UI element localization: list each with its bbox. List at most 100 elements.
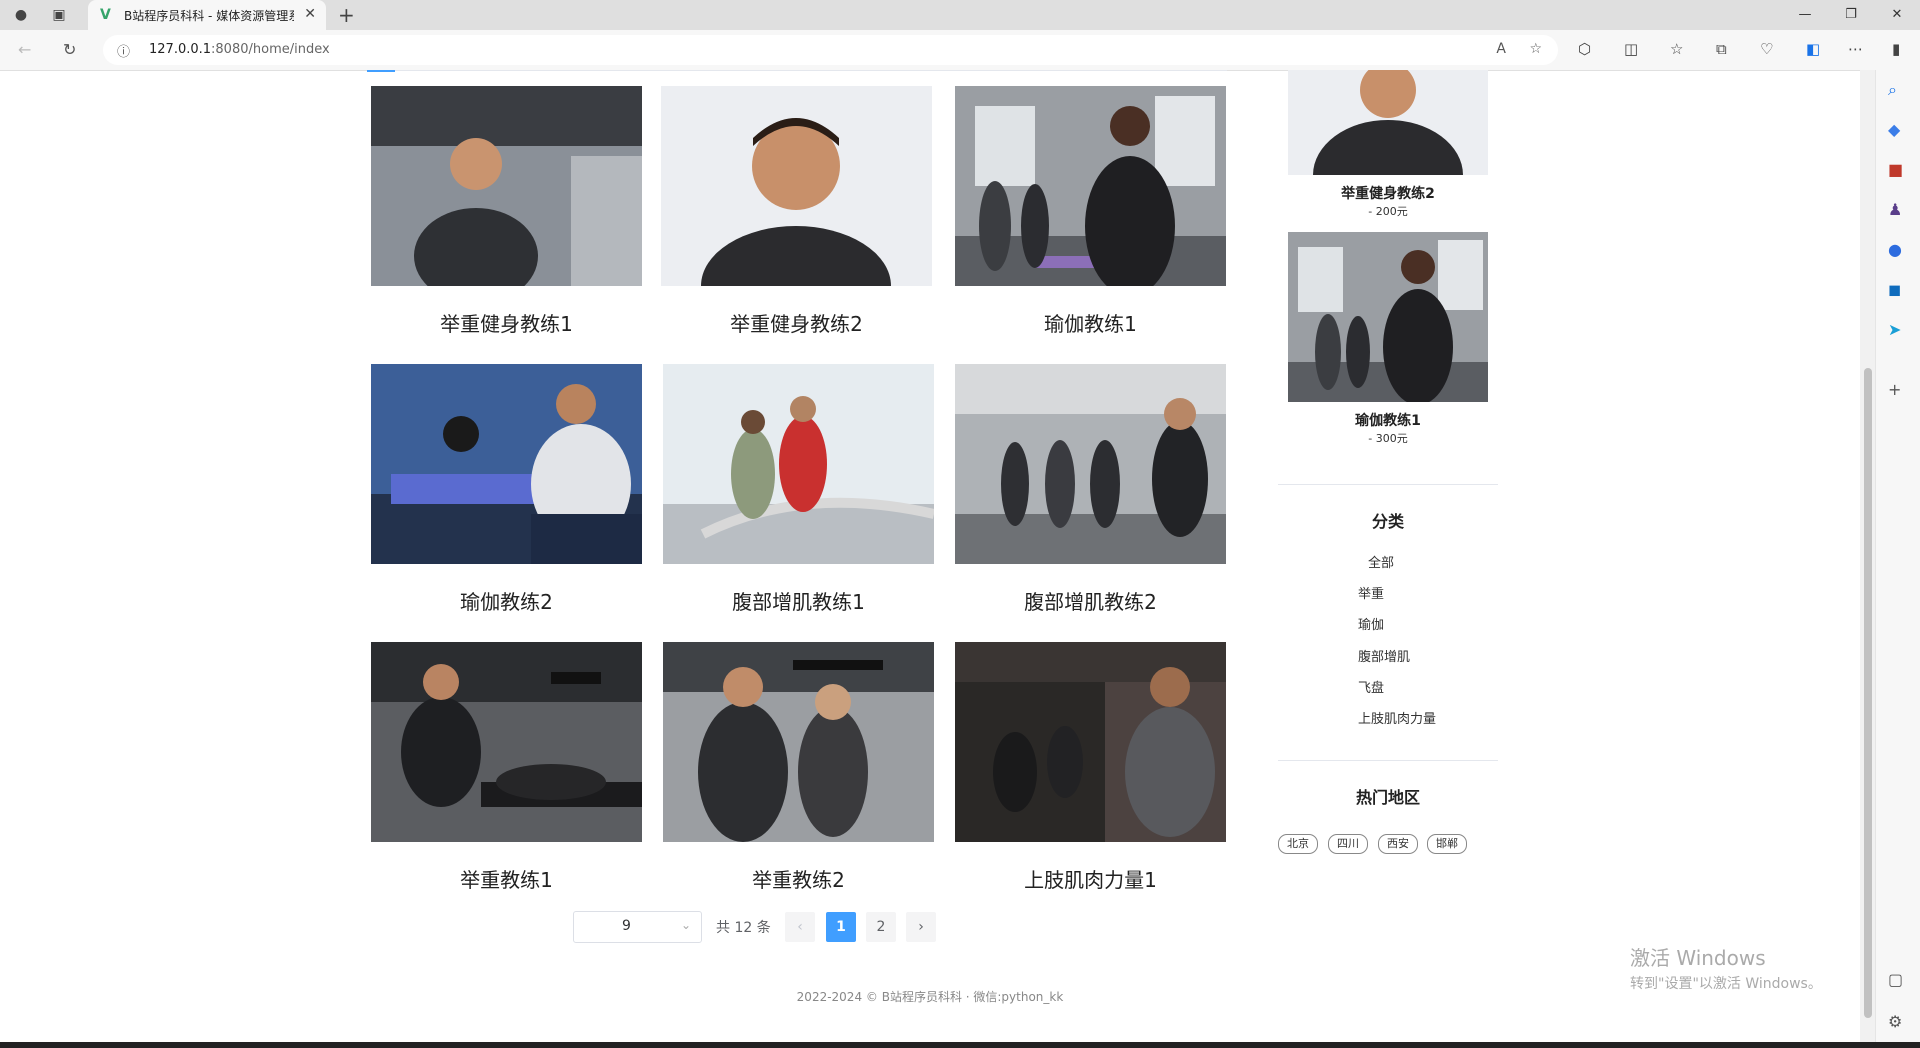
region-tag[interactable]: 四川 xyxy=(1328,834,1368,854)
back-icon[interactable]: ← xyxy=(18,40,31,59)
minimize-icon[interactable]: — xyxy=(1782,0,1828,30)
coach-name: 瑜伽教练1 xyxy=(1044,312,1137,336)
coach-name: 腹部增肌教练1 xyxy=(732,590,865,614)
prev-page-button[interactable]: ‹ xyxy=(785,912,815,942)
category-item-abs[interactable]: 腹部增肌 xyxy=(1358,646,1410,665)
window-controls: — ❐ ✕ xyxy=(1782,0,1920,30)
site-info-icon[interactable]: ⓘ xyxy=(117,41,130,60)
coach-card[interactable]: 上肢肌肉力量1 xyxy=(955,642,1226,893)
games-icon[interactable]: ♟ xyxy=(1888,200,1902,219)
send-icon[interactable]: ➤ xyxy=(1888,320,1901,339)
hot-item-price: - 200元 xyxy=(1368,205,1408,218)
new-tab-icon[interactable]: + xyxy=(338,3,355,27)
category-item-frisbee[interactable]: 飞盘 xyxy=(1358,677,1384,696)
screenshot-icon[interactable]: ▢ xyxy=(1888,970,1903,989)
coach-name: 上肢肌肉力量1 xyxy=(1024,868,1157,892)
category-title: 分类 xyxy=(1371,512,1404,531)
chevron-down-icon: ⌄ xyxy=(680,918,691,932)
hot-item[interactable]: 瑜伽教练1 - 300元 xyxy=(1288,232,1488,446)
refresh-icon[interactable]: ↻ xyxy=(63,40,76,59)
profile-icon[interactable]: ● xyxy=(10,5,32,25)
search-icon[interactable]: ⌕ xyxy=(1888,80,1897,100)
coach-card[interactable]: 举重教练2 xyxy=(663,642,934,893)
split-screen-icon[interactable]: ◫ xyxy=(1624,40,1638,58)
coach-photo xyxy=(661,86,932,346)
category-item-upper-body[interactable]: 上肢肌肉力量 xyxy=(1358,708,1436,727)
coach-card[interactable]: 举重健身教练2 xyxy=(661,86,932,346)
coach-photo xyxy=(371,364,642,564)
coach-card[interactable]: 瑜伽教练2 xyxy=(371,364,642,615)
close-window-icon[interactable]: ✕ xyxy=(1874,0,1920,30)
coach-photo xyxy=(371,642,642,842)
region-tag[interactable]: 邯郸 xyxy=(1427,834,1467,854)
shopping-icon[interactable]: ◆ xyxy=(1888,120,1900,139)
coach-card[interactable]: 举重教练1 xyxy=(371,642,642,893)
coach-card[interactable]: 腹部增肌教练1 xyxy=(663,364,936,615)
coach-card[interactable]: 举重健身教练1 xyxy=(371,86,642,337)
vue-favicon-icon: V xyxy=(100,7,111,23)
taskbar-strip xyxy=(0,1042,1920,1048)
coach-name: 腹部增肌教练2 xyxy=(1024,590,1157,614)
hot-item-title: 瑜伽教练1 xyxy=(1355,413,1421,429)
divider xyxy=(1278,760,1498,761)
office-icon[interactable]: ● xyxy=(1888,240,1902,259)
scrollbar-thumb[interactable] xyxy=(1864,368,1872,1018)
coach-photo xyxy=(955,364,1226,564)
tab-underline xyxy=(367,70,1227,72)
more-menu-icon[interactable]: ⋯ xyxy=(1848,40,1863,58)
browser-essentials-icon[interactable]: ♡ xyxy=(1760,40,1773,58)
outlook-icon[interactable]: ◼ xyxy=(1888,280,1901,299)
coach-card[interactable]: 瑜伽教练1 xyxy=(955,86,1226,337)
footer-text: 2022-2024 © B站程序员科科 · 微信:python_kk xyxy=(796,990,1064,1004)
coach-photo xyxy=(663,364,936,564)
favorites-icon[interactable]: ☆ xyxy=(1670,40,1683,58)
address-bar[interactable]: ⓘ 127.0.0.1:8080/home/index A ☆ xyxy=(103,35,1558,65)
coach-name: 举重教练1 xyxy=(460,868,553,892)
url-text: 127.0.0.1:8080/home/index xyxy=(149,42,330,57)
collections-icon[interactable]: ⧉ xyxy=(1716,40,1727,58)
address-toolbar: ← ↻ ⓘ 127.0.0.1:8080/home/index A ☆ ⬡ ◫ … xyxy=(0,30,1920,71)
coach-name: 瑜伽教练2 xyxy=(460,590,553,614)
page-size-select[interactable]: 9 ⌄ xyxy=(573,911,702,943)
category-item-yoga[interactable]: 瑜伽 xyxy=(1358,614,1384,633)
tab-actions-icon[interactable]: ▣ xyxy=(48,5,70,25)
hot-item-photo xyxy=(1288,232,1488,405)
page-size-value: 9 xyxy=(622,918,631,934)
restore-icon[interactable]: ❐ xyxy=(1828,0,1874,30)
page-content: 举重健身教练1 举重健身教练2 瑜伽教练1 瑜伽教练2 腹部增肌教练1 腹部增肌… xyxy=(0,70,1860,1042)
page-button-2[interactable]: 2 xyxy=(866,912,896,942)
page-button-1[interactable]: 1 xyxy=(826,912,856,942)
close-tab-icon[interactable]: ✕ xyxy=(304,6,316,22)
coach-card[interactable]: 腹部增肌教练2 xyxy=(955,364,1226,615)
coach-photo xyxy=(663,642,934,842)
total-count: 共 12 条 xyxy=(716,920,771,936)
hot-item-title: 举重健身教练2 xyxy=(1341,186,1435,202)
extensions-icon[interactable]: ⬡ xyxy=(1578,40,1591,58)
coach-name: 举重教练2 xyxy=(752,868,845,892)
hot-region-title: 热门地区 xyxy=(1355,788,1420,807)
category-item-all[interactable]: 全部 xyxy=(1368,552,1394,571)
coach-name: 举重健身教练2 xyxy=(730,312,863,336)
divider xyxy=(1278,484,1498,485)
browser-tab-bar: ● ▣ V B站程序员科科 - 媒体资源管理系 ✕ + — ❐ ✕ xyxy=(0,0,1920,30)
favorite-star-icon[interactable]: ☆ xyxy=(1529,41,1542,57)
coach-photo xyxy=(955,642,1226,842)
page-scrollbar[interactable] xyxy=(1860,70,1876,1042)
region-tag[interactable]: 北京 xyxy=(1278,834,1318,854)
edge-sidebar: ⌕ ◆ ■ ♟ ● ◼ ➤ + ▢ ⚙ xyxy=(1875,70,1920,1042)
coach-name: 举重健身教练1 xyxy=(440,312,573,336)
edge-icon[interactable]: ◧ xyxy=(1806,40,1820,58)
tools-icon[interactable]: ■ xyxy=(1888,160,1903,179)
next-page-button[interactable]: › xyxy=(906,912,936,942)
category-item-weightlifting[interactable]: 举重 xyxy=(1358,583,1384,602)
region-tag[interactable]: 西安 xyxy=(1378,834,1418,854)
add-icon[interactable]: + xyxy=(1888,380,1901,399)
windows-activation-watermark: 激活 Windows 转到"设置"以激活 Windows。 xyxy=(1630,946,1822,992)
settings-gear-icon[interactable]: ⚙ xyxy=(1888,1012,1902,1031)
coach-photo xyxy=(955,86,1226,296)
browser-tab-active[interactable]: V B站程序员科科 - 媒体资源管理系 ✕ xyxy=(88,0,326,30)
hot-item[interactable]: 举重健身教练2 - 200元 xyxy=(1288,70,1488,230)
tab-title: B站程序员科科 - 媒体资源管理系 xyxy=(124,9,294,23)
read-aloud-icon[interactable]: A xyxy=(1496,41,1506,57)
sidebar-toggle-icon[interactable]: ▮ xyxy=(1892,40,1900,58)
